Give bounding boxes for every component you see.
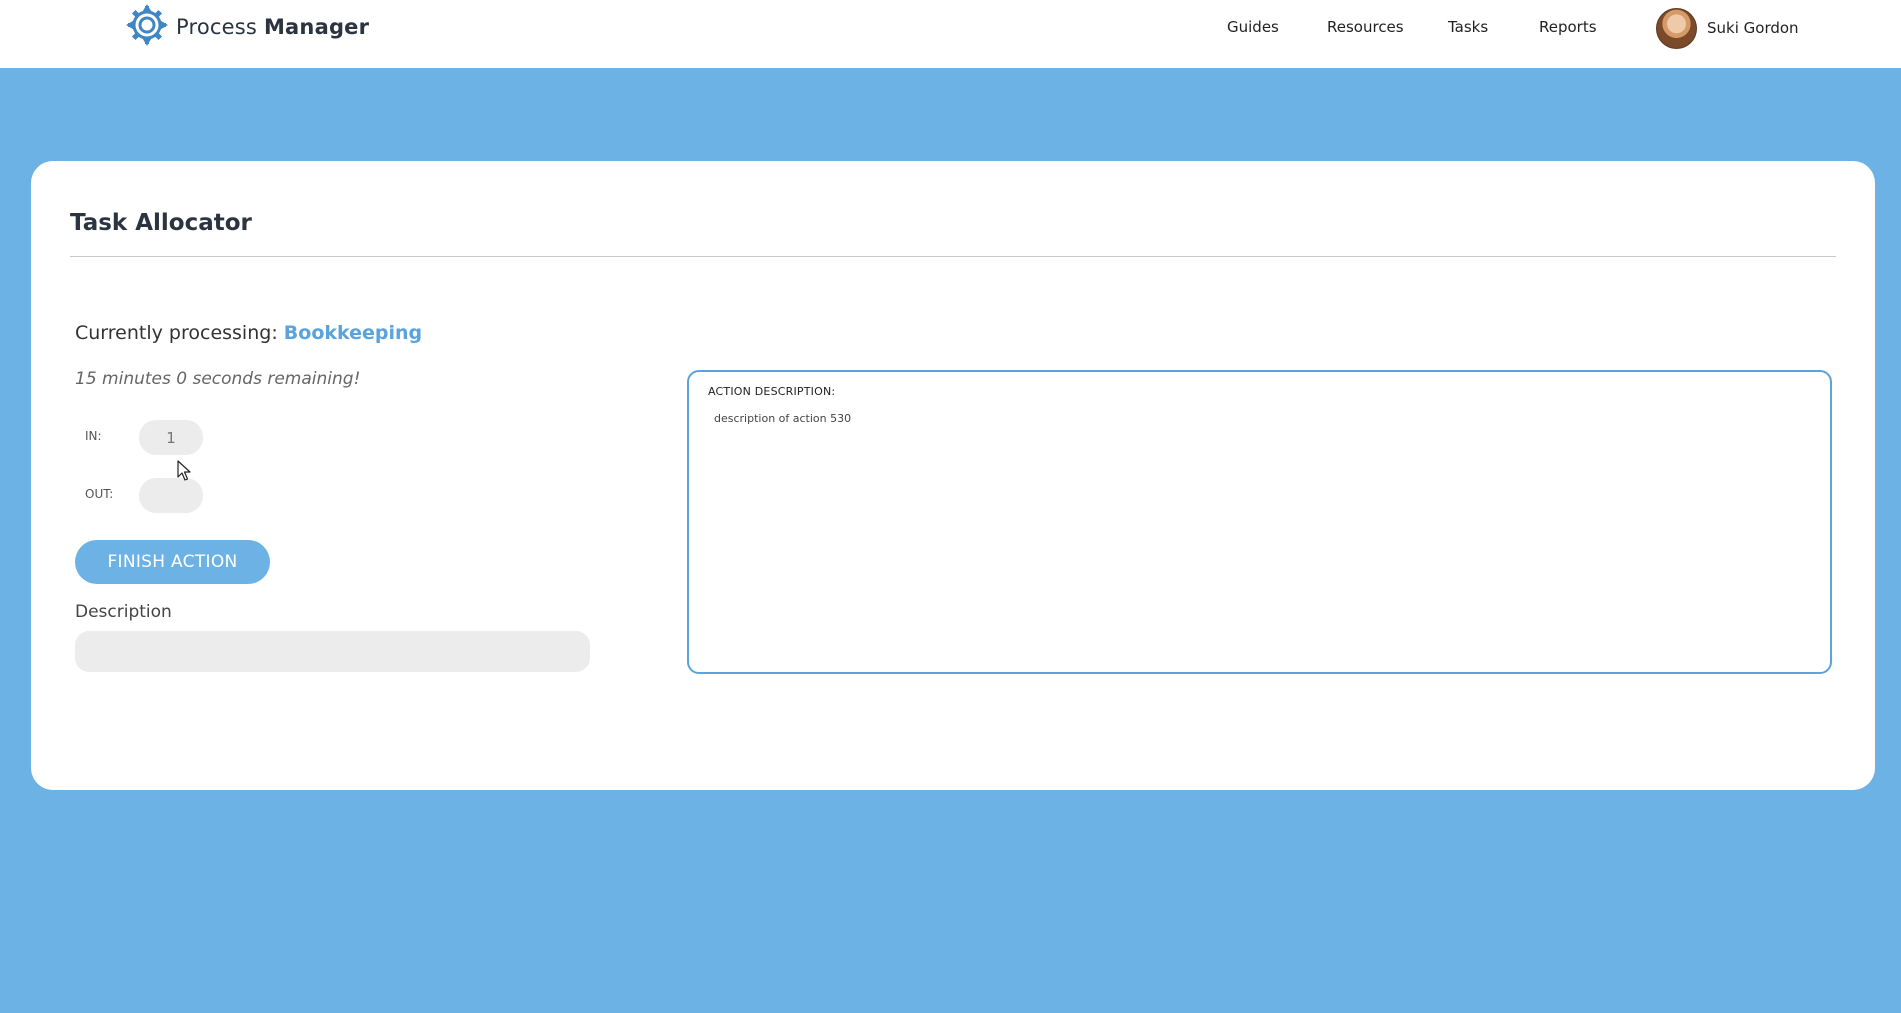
user-name: Suki Gordon [1707, 19, 1799, 37]
title-divider [70, 256, 1836, 257]
time-remaining: 15 minutes 0 seconds remaining! [75, 369, 361, 389]
action-description-heading: ACTION DESCRIPTION: [708, 385, 836, 398]
processing-task-name: Bookkeeping [283, 322, 423, 344]
action-description-text: description of action 530 [714, 412, 852, 425]
description-input[interactable] [75, 631, 590, 672]
gear-icon [126, 4, 168, 50]
nav-resources[interactable]: Resources [1327, 18, 1404, 36]
top-navbar: Process Manager Guides Resources Tasks R… [0, 0, 1901, 68]
processing-label: Currently processing: [75, 322, 278, 344]
avatar [1656, 7, 1697, 49]
nav-guides[interactable]: Guides [1227, 18, 1279, 36]
mouse-pointer-icon [177, 460, 191, 481]
in-label: IN: [85, 429, 102, 443]
out-input[interactable] [139, 478, 203, 513]
finish-action-button[interactable]: FINISH ACTION [75, 540, 270, 584]
in-input[interactable] [139, 420, 203, 455]
brand[interactable]: Process Manager [126, 4, 370, 50]
task-allocator-card: Task Allocator Currently processing: Boo… [31, 161, 1875, 790]
brand-name: Process Manager [176, 15, 370, 39]
action-description-panel: ACTION DESCRIPTION: description of actio… [687, 370, 1832, 674]
user-menu[interactable]: Suki Gordon [1656, 7, 1799, 49]
processing-status: Currently processing: Bookkeeping [75, 322, 422, 344]
nav-reports[interactable]: Reports [1539, 18, 1597, 36]
out-label: OUT: [85, 487, 114, 501]
nav-tasks[interactable]: Tasks [1448, 18, 1488, 36]
description-label: Description [75, 602, 172, 622]
page-title: Task Allocator [70, 210, 252, 236]
